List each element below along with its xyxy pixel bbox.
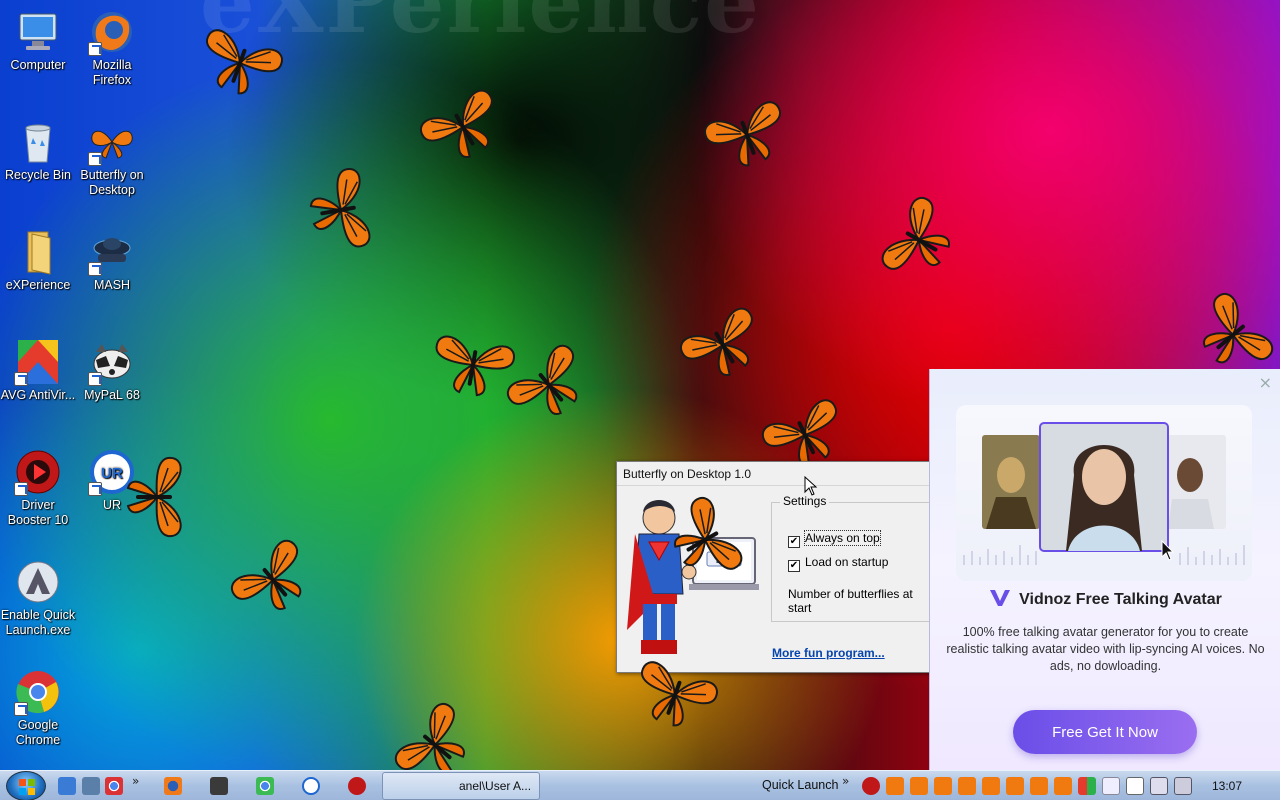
vidnoz-ad-panel: × Vidnoz Free Talking Avatar 100% free t… — [929, 369, 1280, 770]
tray-butterfly-icon[interactable] — [934, 777, 952, 795]
ur-browser-icon: UR — [88, 448, 136, 496]
quick-launch-label: Quick Launch — [762, 778, 839, 792]
tray-butterfly-icon[interactable] — [1006, 777, 1024, 795]
desktop-icon-mypal[interactable]: MyPaL 68 — [74, 338, 150, 403]
desktop-icon-avg[interactable]: AVG AntiVir... — [0, 338, 76, 403]
firefox-taskbar-icon[interactable] — [164, 777, 182, 795]
tray-butterfly-icon[interactable] — [958, 777, 976, 795]
desktop-icon-google-chrome[interactable]: Google Chrome — [0, 668, 76, 748]
wallpaper-watermark: eXPerience — [200, 0, 761, 53]
taskbar-window-control-panel[interactable]: anel\User A... — [382, 772, 540, 800]
butterfly-decoration — [676, 303, 773, 391]
desktop-icon-label: Enable Quick Launch.exe — [0, 608, 76, 637]
desktop-icon-label: MyPaL 68 — [84, 388, 140, 402]
butterfly-settings-dialog: Butterfly on Desktop 1.0 Like Settings ✔… — [616, 461, 935, 673]
driver-booster-taskbar-icon[interactable] — [348, 777, 366, 795]
settings-legend: Settings — [780, 494, 830, 508]
desktop-icon-label: eXPerience — [5, 278, 71, 292]
desktop-icon-label: Butterfly on Desktop — [80, 168, 144, 197]
tray-butterfly-icon[interactable] — [910, 777, 928, 795]
tray-butterfly-icon[interactable] — [982, 777, 1000, 795]
checkbox-checked-icon: ✔ — [788, 560, 800, 572]
vidnoz-description: 100% free talking avatar generator for y… — [946, 625, 1265, 673]
desktop-icon-mash[interactable]: MASH — [74, 228, 150, 293]
avg-icon — [14, 338, 62, 386]
desktop-icon-butterfly-on-desktop[interactable]: Butterfly on Desktop — [74, 118, 150, 198]
clock[interactable]: 13:07 — [1212, 779, 1242, 793]
dialog-titlebar[interactable]: Butterfly on Desktop 1.0 — [617, 462, 933, 486]
raccoon-taskbar-icon[interactable] — [210, 777, 228, 795]
butterfly-decoration — [502, 340, 599, 434]
checkbox-checked-icon: ✔ — [788, 536, 800, 548]
firefox-icon — [88, 8, 136, 56]
quick-launch-icon — [14, 558, 62, 606]
tray-avg-icon[interactable] — [1078, 777, 1096, 795]
desktop-icon-label: Mozilla Firefox — [92, 58, 132, 87]
chrome-icon — [14, 668, 62, 716]
free-get-it-now-button[interactable]: Free Get It Now — [1013, 710, 1197, 754]
desktop-icon-label: Computer — [10, 58, 66, 72]
settings-group: Settings ✔ Always on top ✔ Load on startup… — [771, 494, 935, 622]
desktop-icon-enable-quick-launch[interactable]: Enable Quick Launch.exe — [0, 558, 76, 638]
butterfly-count-label: Number of butterflies at start — [788, 587, 913, 615]
desktop-icon-driver-booster[interactable]: Driver Booster 10 — [0, 448, 76, 528]
butterfly-decoration — [416, 85, 513, 173]
windows-logo-icon — [19, 779, 35, 795]
desktop-icon-label: AVG AntiVir... — [0, 388, 76, 402]
tray-butterfly-icon[interactable] — [886, 777, 904, 795]
desktop-icon-computer[interactable]: Computer — [0, 8, 76, 73]
desktop-icon-label: Google Chrome — [15, 718, 61, 747]
tray-butterfly-icon[interactable] — [1054, 777, 1072, 795]
recycle-bin-icon — [14, 118, 62, 166]
tray-driver-booster-icon[interactable] — [862, 777, 880, 795]
window-switcher-icon[interactable] — [82, 777, 100, 795]
desktop-icon-ur[interactable]: UR UR — [74, 448, 150, 513]
tray-volume-muted-icon[interactable] — [1174, 777, 1192, 795]
desktop-icon-label: Driver Booster 10 — [7, 498, 69, 527]
tray-butterfly-icon[interactable] — [1030, 777, 1048, 795]
desktop-icon-label: UR — [102, 498, 122, 512]
chrome-quicklaunch-icon[interactable] — [105, 777, 123, 795]
like-button-label: Like — [716, 555, 733, 565]
ur-taskbar-icon[interactable] — [302, 777, 320, 795]
more-fun-program-link[interactable]: More fun program... — [772, 646, 885, 660]
desktop-icon-label: Recycle Bin — [5, 168, 71, 182]
show-desktop-icon[interactable] — [58, 777, 76, 795]
driver-booster-icon — [14, 448, 62, 496]
butterfly-decoration — [701, 98, 795, 177]
load-on-startup-checkbox[interactable]: ✔ Load on startup — [788, 555, 888, 572]
butterfly-decoration — [226, 535, 323, 629]
superhero-illustration: Like — [623, 490, 765, 662]
always-on-top-checkbox[interactable]: ✔ Always on top — [788, 530, 881, 548]
butterfly-decoration — [877, 193, 965, 290]
tray-flag-icon[interactable] — [1126, 777, 1144, 795]
svg-text:UR: UR — [101, 465, 123, 482]
quick-launch-chevron[interactable]: » — [842, 774, 849, 788]
vidnoz-title: Vidnoz Free Talking Avatar — [930, 589, 1280, 609]
butterfly-decoration — [428, 333, 517, 402]
butterfly-decoration — [304, 166, 373, 255]
desktop-icon-recycle-bin[interactable]: Recycle Bin — [0, 118, 76, 183]
mash-icon — [88, 228, 136, 276]
start-button[interactable] — [6, 771, 46, 800]
desktop-icon-experience[interactable]: eXPerience — [0, 228, 76, 293]
taskbar: » anel\User A... Quick Launch » 13:07 — [0, 770, 1280, 800]
raccoon-icon — [88, 338, 136, 386]
tray-network-icon[interactable] — [1150, 777, 1168, 795]
avatar-preview-card — [956, 405, 1252, 581]
close-icon[interactable]: × — [1259, 373, 1272, 392]
vidnoz-logo-icon — [990, 590, 1011, 606]
folder-icon — [14, 228, 62, 276]
desktop-icon-firefox[interactable]: Mozilla Firefox — [74, 8, 150, 88]
dialog-title: Butterfly on Desktop 1.0 — [623, 467, 752, 481]
mouse-cursor-icon — [804, 476, 818, 496]
butterfly-icon — [88, 118, 136, 166]
computer-icon — [14, 8, 62, 56]
desktop-icon-label: MASH — [93, 278, 131, 292]
chrome-taskbar-icon[interactable] — [256, 777, 274, 795]
tray-document-icon[interactable] — [1102, 777, 1120, 795]
quicklaunch-chevron[interactable]: » — [132, 774, 139, 788]
